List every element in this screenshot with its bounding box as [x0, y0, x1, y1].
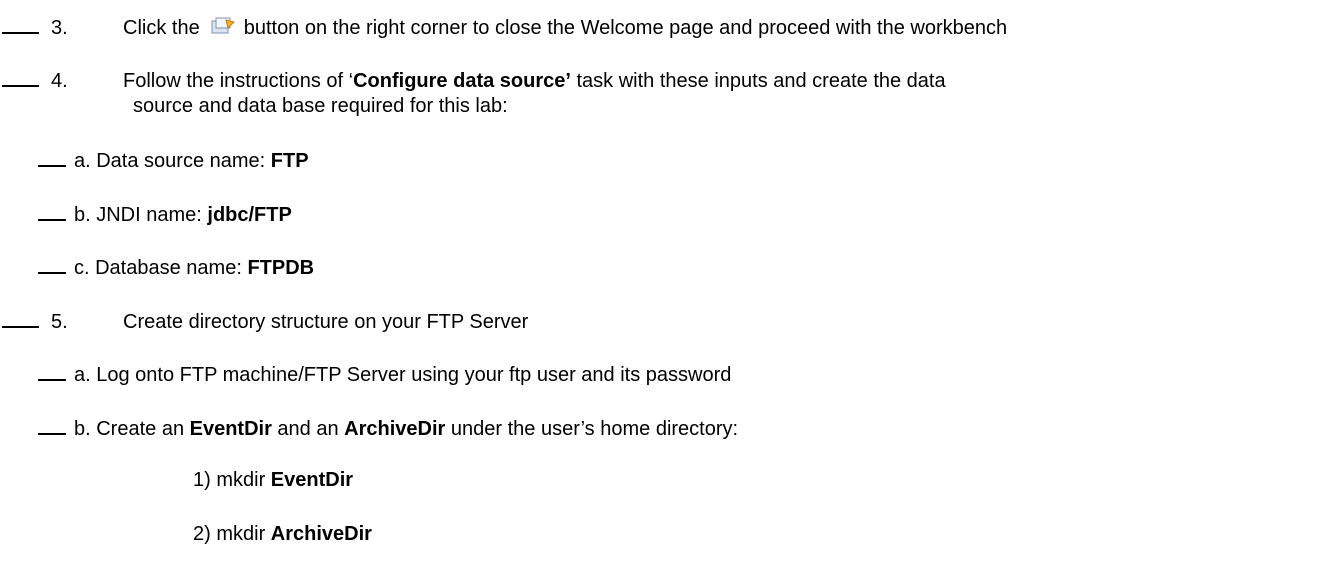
substep-label: a. Data source name:: [74, 150, 271, 172]
checkbox-blank: [38, 361, 66, 381]
step-text: task with these inputs and create the da…: [570, 70, 946, 92]
directory-name: ArchiveDir: [270, 523, 372, 545]
step-number: 3.: [51, 17, 68, 39]
substep-c: c. Database name: FTPDB: [38, 254, 314, 280]
substep-a: a. Log onto FTP machine/FTP Server using…: [38, 361, 731, 387]
substep-b: b. JNDI name: jdbc/FTP: [38, 201, 292, 227]
substep-text: under the user’s home directory:: [445, 418, 739, 440]
checkbox-blank: [38, 415, 66, 435]
step-number: 4.: [51, 70, 68, 92]
substep-value: jdbc/FTP: [207, 204, 292, 226]
command-text: 1) mkdir: [193, 469, 271, 491]
restore-view-icon: [206, 16, 238, 38]
step-text-before: Click the: [123, 17, 200, 39]
checkbox-blank: [2, 14, 39, 34]
step-4-line-2: source and data base required for this l…: [133, 95, 508, 117]
directory-name: EventDir: [270, 469, 354, 491]
substep-text: b. Create an: [74, 418, 190, 440]
substep-label: b. JNDI name:: [74, 204, 208, 226]
directory-name: ArchiveDir: [344, 418, 446, 440]
checkbox-blank: [38, 147, 66, 167]
substep-text: a. Log onto FTP machine/FTP Server using…: [74, 364, 732, 386]
step-text: Follow the instructions of ‘: [123, 70, 354, 92]
checkbox-blank: [38, 254, 66, 274]
step-text: Create directory structure on your FTP S…: [123, 311, 529, 333]
command-text: 2) mkdir: [193, 523, 271, 545]
step-5: 5. Create directory structure on your FTP…: [2, 308, 528, 334]
step-number: 5.: [51, 311, 68, 333]
substep-value: FTP: [270, 150, 309, 172]
checkbox-blank: [2, 67, 39, 87]
substep-b: b. Create an EventDir and an ArchiveDir …: [38, 415, 738, 441]
checkbox-blank: [38, 201, 66, 221]
substep-label: c. Database name:: [74, 257, 248, 279]
substep-a: a. Data source name: FTP: [38, 147, 309, 173]
step-4: 4. Follow the instructions of ‘Configure …: [2, 67, 946, 93]
task-name: Configure data source’: [353, 70, 571, 92]
substep-text: and an: [271, 418, 345, 440]
command-2: 2) mkdir ArchiveDir: [193, 522, 372, 546]
substep-value: FTPDB: [247, 257, 315, 279]
checkbox-blank: [2, 308, 39, 328]
directory-name: EventDir: [189, 418, 272, 440]
step-text-after: button on the right corner to close the …: [243, 17, 1008, 39]
command-1: 1) mkdir EventDir: [193, 468, 353, 492]
step-3: 3. Click the button on the right corner to…: [2, 14, 1007, 40]
